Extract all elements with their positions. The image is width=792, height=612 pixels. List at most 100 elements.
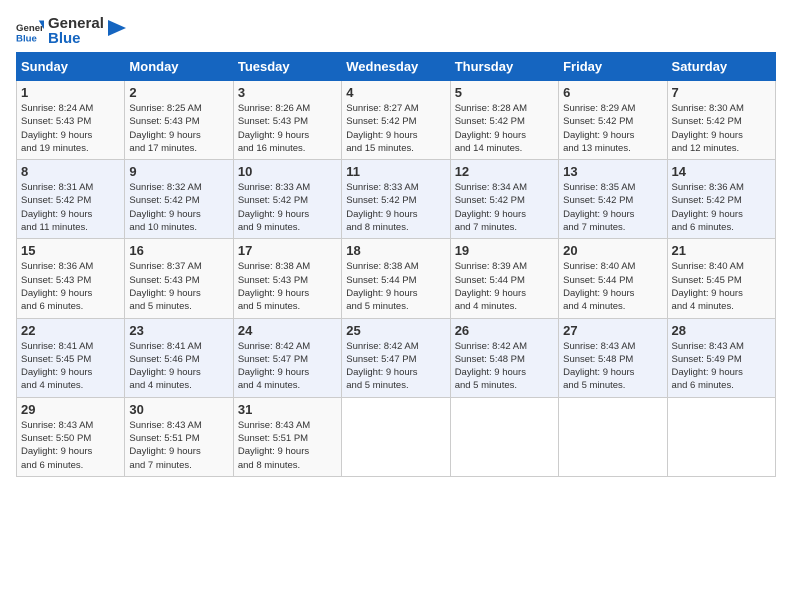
day-number: 18: [346, 243, 445, 258]
day-number: 27: [563, 323, 662, 338]
day-info: Sunrise: 8:24 AMSunset: 5:43 PMDaylight:…: [21, 102, 120, 155]
day-info: Sunrise: 8:26 AMSunset: 5:43 PMDaylight:…: [238, 102, 337, 155]
day-info: Sunrise: 8:38 AMSunset: 5:44 PMDaylight:…: [346, 260, 445, 313]
day-info: Sunrise: 8:43 AMSunset: 5:51 PMDaylight:…: [129, 419, 228, 472]
day-number: 24: [238, 323, 337, 338]
day-info: Sunrise: 8:34 AMSunset: 5:42 PMDaylight:…: [455, 181, 554, 234]
day-cell-16: 16 Sunrise: 8:37 AMSunset: 5:43 PMDayligh…: [125, 239, 233, 318]
day-info: Sunrise: 8:42 AMSunset: 5:47 PMDaylight:…: [238, 340, 337, 393]
day-info: Sunrise: 8:32 AMSunset: 5:42 PMDaylight:…: [129, 181, 228, 234]
day-cell-12: 12 Sunrise: 8:34 AMSunset: 5:42 PMDayligh…: [450, 160, 558, 239]
day-cell-5: 5Sunrise: 8:28 AMSunset: 5:42 PMDaylight…: [450, 81, 558, 160]
day-number: 16: [129, 243, 228, 258]
day-cell-21: 21 Sunrise: 8:40 AMSunset: 5:45 PMDayligh…: [667, 239, 775, 318]
weekday-header-thursday: Thursday: [450, 53, 558, 81]
day-cell-29: 29Sunrise: 8:43 AMSunset: 5:50 PMDayligh…: [17, 397, 125, 476]
day-info: Sunrise: 8:37 AMSunset: 5:43 PMDaylight:…: [129, 260, 228, 313]
empty-cell: [450, 397, 558, 476]
day-cell-8: 8 Sunrise: 8:31 AMSunset: 5:42 PMDaylight…: [17, 160, 125, 239]
empty-cell: [559, 397, 667, 476]
day-cell-26: 26Sunrise: 8:42 AMSunset: 5:48 PMDayligh…: [450, 318, 558, 397]
day-cell-31: 31 Sunrise: 8:43 AMSunset: 5:51 PMDayligh…: [233, 397, 341, 476]
day-number: 20: [563, 243, 662, 258]
day-cell-7: 7 Sunrise: 8:30 AMSunset: 5:42 PMDaylight…: [667, 81, 775, 160]
day-info: Sunrise: 8:31 AMSunset: 5:42 PMDaylight:…: [21, 181, 120, 234]
day-cell-20: 20 Sunrise: 8:40 AMSunset: 5:44 PMDayligh…: [559, 239, 667, 318]
day-number: 7: [672, 85, 771, 100]
weekday-header-sunday: Sunday: [17, 53, 125, 81]
week-row-2: 8 Sunrise: 8:31 AMSunset: 5:42 PMDaylight…: [17, 160, 776, 239]
day-info: Sunrise: 8:41 AMSunset: 5:46 PMDaylight:…: [129, 340, 228, 393]
day-info: Sunrise: 8:40 AMSunset: 5:45 PMDaylight:…: [672, 260, 771, 313]
day-info: Sunrise: 8:35 AMSunset: 5:42 PMDaylight:…: [563, 181, 662, 234]
day-cell-14: 14 Sunrise: 8:36 AMSunset: 5:42 PMDayligh…: [667, 160, 775, 239]
day-cell-4: 4Sunrise: 8:27 AMSunset: 5:42 PMDaylight…: [342, 81, 450, 160]
calendar-table: SundayMondayTuesdayWednesdayThursdayFrid…: [16, 52, 776, 477]
day-info: Sunrise: 8:40 AMSunset: 5:44 PMDaylight:…: [563, 260, 662, 313]
day-number: 31: [238, 402, 337, 417]
day-info: Sunrise: 8:27 AMSunset: 5:42 PMDaylight:…: [346, 102, 445, 155]
logo-blue: Blue: [48, 30, 81, 47]
day-cell-24: 24 Sunrise: 8:42 AMSunset: 5:47 PMDayligh…: [233, 318, 341, 397]
weekday-header-saturday: Saturday: [667, 53, 775, 81]
day-cell-28: 28 Sunrise: 8:43 AMSunset: 5:49 PMDayligh…: [667, 318, 775, 397]
day-number: 9: [129, 164, 228, 179]
day-info: Sunrise: 8:36 AMSunset: 5:42 PMDaylight:…: [672, 181, 771, 234]
week-row-1: 1 Sunrise: 8:24 AMSunset: 5:43 PMDaylight…: [17, 81, 776, 160]
day-cell-30: 30 Sunrise: 8:43 AMSunset: 5:51 PMDayligh…: [125, 397, 233, 476]
day-cell-10: 10 Sunrise: 8:33 AMSunset: 5:42 PMDayligh…: [233, 160, 341, 239]
week-row-4: 22 Sunrise: 8:41 AMSunset: 5:45 PMDayligh…: [17, 318, 776, 397]
weekday-header-monday: Monday: [125, 53, 233, 81]
day-info: Sunrise: 8:41 AMSunset: 5:45 PMDaylight:…: [21, 340, 120, 393]
day-info: Sunrise: 8:42 AMSunset: 5:48 PMDaylight:…: [455, 340, 554, 393]
day-info: Sunrise: 8:43 AMSunset: 5:51 PMDaylight:…: [238, 419, 337, 472]
day-number: 28: [672, 323, 771, 338]
day-number: 6: [563, 85, 662, 100]
day-info: Sunrise: 8:33 AMSunset: 5:42 PMDaylight:…: [238, 181, 337, 234]
day-number: 8: [21, 164, 120, 179]
day-info: Sunrise: 8:43 AMSunset: 5:49 PMDaylight:…: [672, 340, 771, 393]
day-number: 2: [129, 85, 228, 100]
day-number: 11: [346, 164, 445, 179]
day-number: 12: [455, 164, 554, 179]
day-number: 1: [21, 85, 120, 100]
svg-text:Blue: Blue: [16, 34, 37, 45]
day-info: Sunrise: 8:30 AMSunset: 5:42 PMDaylight:…: [672, 102, 771, 155]
day-cell-18: 18 Sunrise: 8:38 AMSunset: 5:44 PMDayligh…: [342, 239, 450, 318]
day-number: 25: [346, 323, 445, 338]
day-cell-25: 25 Sunrise: 8:42 AMSunset: 5:47 PMDayligh…: [342, 318, 450, 397]
day-info: Sunrise: 8:29 AMSunset: 5:42 PMDaylight:…: [563, 102, 662, 155]
day-cell-1: 1 Sunrise: 8:24 AMSunset: 5:43 PMDaylight…: [17, 81, 125, 160]
day-cell-22: 22 Sunrise: 8:41 AMSunset: 5:45 PMDayligh…: [17, 318, 125, 397]
day-number: 15: [21, 243, 120, 258]
day-info: Sunrise: 8:38 AMSunset: 5:43 PMDaylight:…: [238, 260, 337, 313]
day-cell-15: 15 Sunrise: 8:36 AMSunset: 5:43 PMDayligh…: [17, 239, 125, 318]
day-info: Sunrise: 8:33 AMSunset: 5:42 PMDaylight:…: [346, 181, 445, 234]
svg-text:General: General: [16, 23, 44, 34]
day-number: 21: [672, 243, 771, 258]
day-number: 30: [129, 402, 228, 417]
page-header: General Blue General Blue: [16, 16, 776, 46]
day-number: 29: [21, 402, 120, 417]
empty-cell: [667, 397, 775, 476]
day-cell-11: 11 Sunrise: 8:33 AMSunset: 5:42 PMDayligh…: [342, 160, 450, 239]
empty-cell: [342, 397, 450, 476]
day-number: 10: [238, 164, 337, 179]
week-row-3: 15 Sunrise: 8:36 AMSunset: 5:43 PMDayligh…: [17, 239, 776, 318]
day-number: 14: [672, 164, 771, 179]
weekday-header-tuesday: Tuesday: [233, 53, 341, 81]
day-number: 13: [563, 164, 662, 179]
day-info: Sunrise: 8:25 AMSunset: 5:43 PMDaylight:…: [129, 102, 228, 155]
day-cell-23: 23Sunrise: 8:41 AMSunset: 5:46 PMDayligh…: [125, 318, 233, 397]
logo-icon: General Blue: [16, 17, 44, 45]
logo: General Blue General Blue: [16, 16, 126, 46]
day-info: Sunrise: 8:36 AMSunset: 5:43 PMDaylight:…: [21, 260, 120, 313]
day-cell-19: 19Sunrise: 8:39 AMSunset: 5:44 PMDayligh…: [450, 239, 558, 318]
day-cell-2: 2 Sunrise: 8:25 AMSunset: 5:43 PMDaylight…: [125, 81, 233, 160]
day-info: Sunrise: 8:42 AMSunset: 5:47 PMDaylight:…: [346, 340, 445, 393]
day-cell-17: 17 Sunrise: 8:38 AMSunset: 5:43 PMDayligh…: [233, 239, 341, 318]
day-number: 22: [21, 323, 120, 338]
day-number: 17: [238, 243, 337, 258]
weekday-header-row: SundayMondayTuesdayWednesdayThursdayFrid…: [17, 53, 776, 81]
day-cell-6: 6 Sunrise: 8:29 AMSunset: 5:42 PMDaylight…: [559, 81, 667, 160]
